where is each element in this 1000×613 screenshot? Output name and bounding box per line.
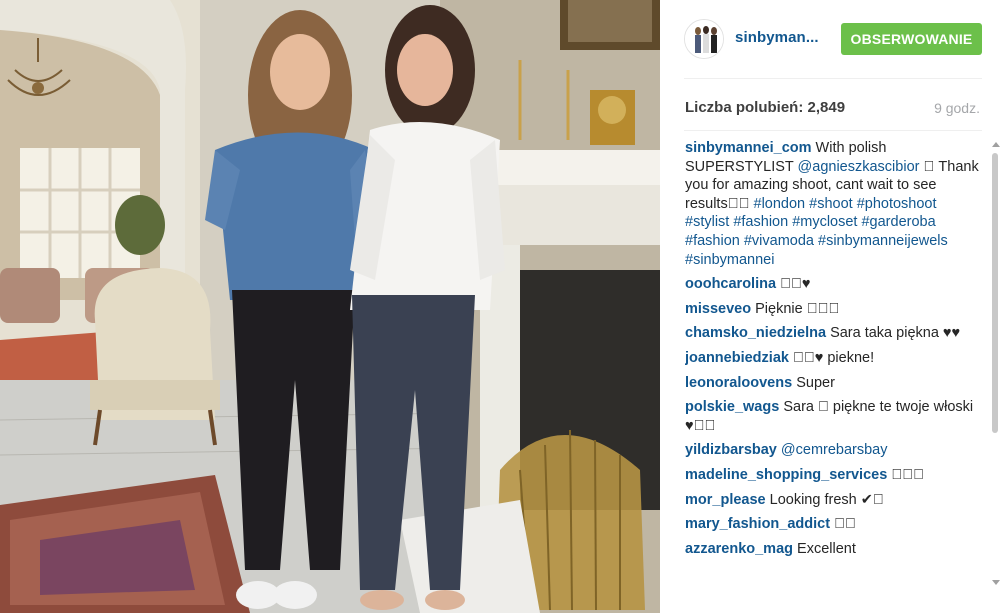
comments-scrollbar[interactable] [990, 139, 1000, 589]
comment-username[interactable]: joannebiedziak [685, 350, 789, 366]
comment-item: yildizbarsbay @cemrebarsbay [685, 441, 980, 460]
caption-mention[interactable]: @agnieszkascibior [798, 159, 920, 175]
comment-text: 󾌴󾌴󾌴 [891, 466, 924, 483]
comment-item: misseveo Pięknie 󾌴󾌴󾌴 [685, 300, 980, 319]
comment-item: mor_please Looking fresh ✔󾌴 [685, 491, 980, 510]
post-username[interactable]: sinbyman... [735, 29, 819, 46]
comment-mention[interactable]: @cemrebarsbay [781, 442, 888, 458]
comment-item: azzarenko_mag Excellent [685, 540, 980, 559]
comment-username[interactable]: azzarenko_mag [685, 541, 793, 557]
comment-text: Sara taka piękna ♥♥ [830, 325, 961, 342]
comment-item: ooohcarolina 󾌴󾌴♥ [685, 275, 980, 294]
avatar-image [685, 20, 723, 58]
comment-username[interactable]: yildizbarsbay [685, 442, 777, 458]
scroll-thumb[interactable] [992, 153, 998, 433]
comment-text: Excellent [797, 540, 856, 557]
comment-text: 󾌴󾌴 [834, 516, 856, 533]
comment-item: leonoraloovens Super [685, 374, 980, 393]
post-photo-image [0, 0, 660, 613]
comment-text: 󾌴󾌴♥ [780, 276, 811, 293]
comment-username[interactable]: leonoraloovens [685, 375, 792, 391]
comment-item: joannebiedziak 󾌴󾌴♥ piekne! [685, 349, 980, 368]
post-side-panel: sinbyman... OBSERWOWANIE Liczba polubień… [660, 0, 1000, 613]
comment-item: polskie_wags Sara 󾌴 piękne te twoje włos… [685, 398, 980, 435]
post-stats: Liczba polubień: 2,849 9 godz. [684, 96, 982, 120]
post-caption: sinbymannei_com With polish SUPERSTYLIST… [685, 139, 980, 269]
follow-button[interactable]: OBSERWOWANIE [841, 23, 982, 55]
header-divider [684, 78, 982, 79]
post-header: sinbyman... OBSERWOWANIE [660, 0, 1000, 78]
comment-text: Pięknie 󾌴󾌴󾌴 [755, 300, 840, 317]
comment-username[interactable]: mor_please [685, 492, 766, 508]
comment-username[interactable]: mary_fashion_addict [685, 516, 830, 532]
caption-username[interactable]: sinbymannei_com [685, 140, 812, 156]
post-time[interactable]: 9 godz. [934, 100, 980, 116]
comment-username[interactable]: madeline_shopping_services [685, 467, 887, 483]
comments-list[interactable]: sinbymannei_com With polish SUPERSTYLIST… [685, 139, 980, 613]
profile-avatar-icon[interactable] [684, 19, 724, 59]
likes-count[interactable]: Liczba polubień: 2,849 [685, 99, 845, 116]
scroll-up-arrow-icon[interactable] [992, 142, 1000, 147]
comment-username[interactable]: polskie_wags [685, 399, 779, 415]
comment-text: Super [796, 374, 835, 391]
comment-item: chamsko_niedzielna Sara taka piękna ♥♥ [685, 324, 980, 343]
comment-username[interactable]: ooohcarolina [685, 276, 776, 292]
comment-text: 󾌴󾌴♥ piekne! [792, 349, 875, 366]
post-photo[interactable] [0, 0, 660, 613]
comment-username[interactable]: misseveo [685, 301, 751, 317]
comment-username[interactable]: chamsko_niedzielna [685, 325, 826, 341]
stats-divider [684, 130, 982, 131]
comment-item: madeline_shopping_services 󾌴󾌴󾌴 [685, 466, 980, 485]
scroll-down-arrow-icon[interactable] [992, 580, 1000, 585]
comment-item: mary_fashion_addict 󾌴󾌴 [685, 515, 980, 534]
comment-text: Looking fresh ✔󾌴 [769, 491, 884, 508]
